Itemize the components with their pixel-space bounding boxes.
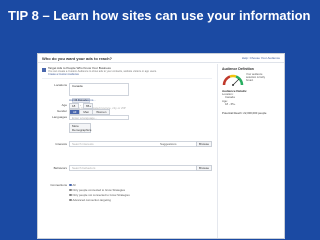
connection-option-all[interactable]: All (69, 183, 76, 187)
audience-gauge-icon (222, 74, 244, 86)
bulk-locations-link[interactable]: Add bulk locations... (69, 98, 96, 102)
connection-option-label: Only people connected to Grow Strategies (72, 188, 126, 192)
connection-option-not-connected[interactable]: Only people not connected to Grow Strate… (69, 193, 130, 197)
targeting-form: Target Ads to People Who Know Your Busin… (38, 64, 216, 238)
connection-option-advanced[interactable]: Advanced connection targeting (69, 198, 111, 202)
custom-audience-notice: Target Ads to People Who Know Your Busin… (42, 66, 212, 79)
locations-label: Locations (54, 83, 67, 87)
create-custom-audience-link[interactable]: Create a Custom Audience (48, 73, 157, 76)
interests-input[interactable]: Search interests (69, 141, 204, 147)
audience-definition-title: Audience Definition (222, 67, 254, 71)
languages-placeholder: Enter a language... (72, 116, 98, 120)
interests-browse-button[interactable]: Browse (195, 141, 212, 147)
people-icon (42, 68, 46, 72)
locations-field[interactable]: Canada All Canada Add a country, state/p… (69, 83, 129, 110)
behaviors-label: Behaviors (53, 166, 67, 170)
age-dash: - (80, 103, 81, 107)
gender-women-button[interactable]: Women (93, 110, 110, 114)
gender-label: Gender (56, 109, 67, 113)
languages-input[interactable]: Enter a language... (69, 115, 129, 120)
radio-icon (69, 198, 72, 202)
gender-all-button[interactable]: All (70, 110, 81, 114)
panel-title: Who do you want your ads to reach? (42, 55, 113, 61)
panel-header: Who do you want your ads to reach? Help:… (38, 54, 284, 63)
locations-row: Locations Canada All Canada Add a countr… (38, 82, 216, 110)
potential-reach: Potential Reach: 22,000,000 people (222, 110, 267, 115)
languages-label: Languages (52, 115, 67, 119)
connection-option-label: Advanced connection targeting (72, 198, 111, 202)
interests-label: Interests (55, 142, 67, 146)
suggestions-link[interactable]: Suggestions (160, 142, 177, 146)
help-link[interactable]: Help: Choose Your Audience (242, 56, 280, 60)
radio-icon (69, 193, 72, 197)
audience-panel: Who do you want your ads to reach? Help:… (37, 53, 285, 239)
audience-definition-sidebar: Audience Definition Your audience select… (217, 64, 284, 238)
age-label: Age (61, 103, 67, 107)
radio-selected-icon (69, 183, 72, 187)
more-demographics-button[interactable]: More Demographics (69, 123, 91, 133)
gauge-note: Your audience selection is fairly broad. (246, 73, 266, 82)
connection-option-connected[interactable]: Only people connected to Grow Strategies (69, 188, 125, 192)
connection-option-label: Only people not connected to Grow Strate… (72, 193, 130, 197)
connections-label: Connections (50, 183, 67, 187)
slide-title: TIP 8 – Learn how sites can use your inf… (8, 8, 311, 23)
radio-icon (69, 188, 72, 192)
connection-option-label: All (72, 183, 76, 187)
behaviors-input[interactable]: Search behaviors (69, 165, 204, 171)
detail-age-value: 18 - 65+ (225, 102, 236, 107)
behaviors-placeholder: Search behaviors (72, 166, 96, 170)
behaviors-browse-button[interactable]: Browse (195, 165, 212, 171)
interests-placeholder: Search interests (72, 142, 94, 146)
gender-men-button[interactable]: Men (80, 110, 94, 114)
